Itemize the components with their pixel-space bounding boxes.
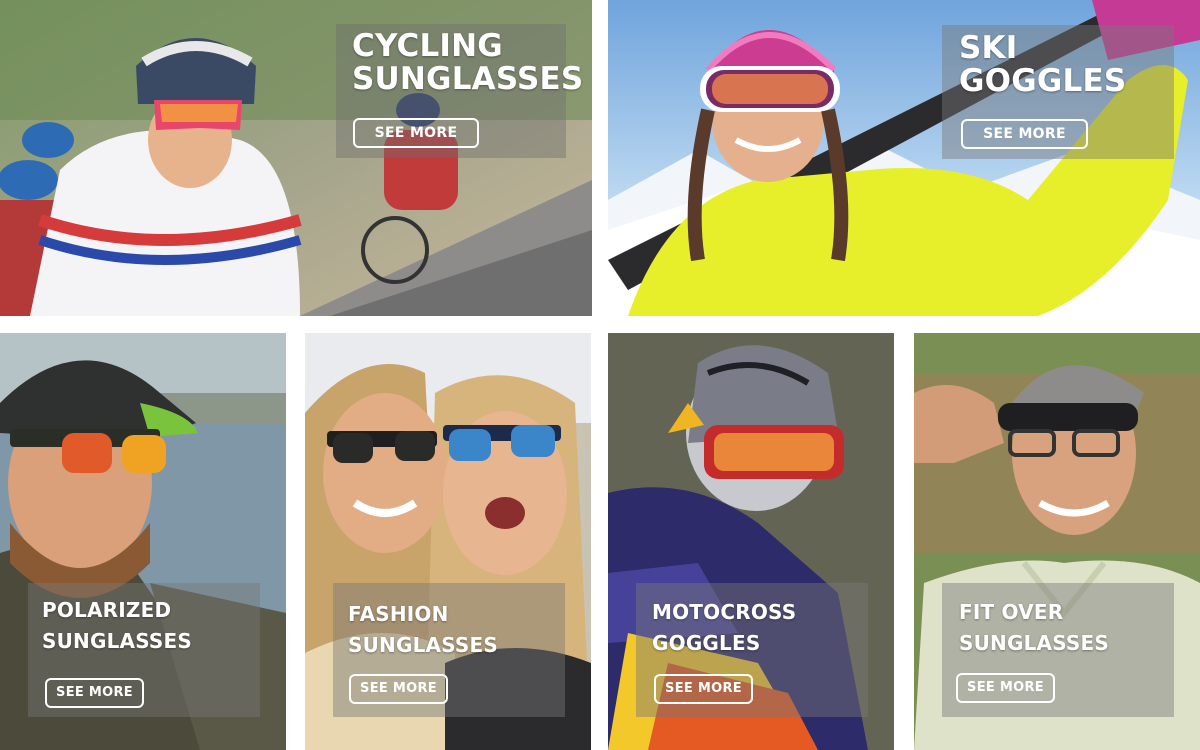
tile-title: CYCLING SUNGLASSES bbox=[352, 30, 583, 96]
see-more-button-polarized[interactable]: SEE MORE bbox=[45, 678, 144, 708]
title-line-1: FASHION bbox=[348, 602, 449, 626]
category-tile-fitover[interactable]: FIT OVER SUNGLASSES SEE MORE bbox=[914, 333, 1200, 750]
title-line-1: MOTOCROSS bbox=[652, 600, 797, 624]
title-line-1: CYCLING bbox=[352, 28, 503, 64]
category-tile-polarized[interactable]: POLARIZED SUNGLASSES SEE MORE bbox=[0, 333, 286, 750]
see-more-button-motocross[interactable]: SEE MORE bbox=[654, 674, 753, 704]
tile-title: FIT OVER SUNGLASSES bbox=[959, 597, 1109, 659]
tile-title: SKI GOGGLES bbox=[959, 32, 1126, 98]
see-more-button-cycling[interactable]: SEE MORE bbox=[353, 118, 479, 148]
see-more-button-fitover[interactable]: SEE MORE bbox=[956, 673, 1055, 703]
tile-title: MOTOCROSS GOGGLES bbox=[652, 597, 796, 659]
category-tile-cycling[interactable]: CYCLING SUNGLASSES SEE MORE bbox=[0, 0, 592, 316]
title-line-2: GOGGLES bbox=[959, 63, 1127, 99]
title-line-1: POLARIZED bbox=[42, 598, 172, 622]
title-line-2: SUNGLASSES bbox=[42, 629, 192, 653]
title-line-1: SKI bbox=[959, 30, 1018, 66]
see-more-button-ski[interactable]: SEE MORE bbox=[961, 119, 1088, 149]
category-tile-fashion[interactable]: FASHION SUNGLASSES SEE MORE bbox=[305, 333, 591, 750]
category-tile-ski[interactable]: SKI GOGGLES SEE MORE bbox=[608, 0, 1200, 316]
tile-title: FASHION SUNGLASSES bbox=[348, 599, 498, 661]
title-line-2: SUNGLASSES bbox=[959, 631, 1109, 655]
see-more-button-fashion[interactable]: SEE MORE bbox=[349, 674, 448, 704]
title-line-1: FIT OVER bbox=[959, 600, 1064, 624]
title-line-2: SUNGLASSES bbox=[348, 633, 498, 657]
title-line-2: GOGGLES bbox=[652, 631, 761, 655]
category-tile-motocross[interactable]: MOTOCROSS GOGGLES SEE MORE bbox=[608, 333, 894, 750]
title-line-2: SUNGLASSES bbox=[352, 61, 584, 97]
tile-title: POLARIZED SUNGLASSES bbox=[42, 595, 192, 657]
